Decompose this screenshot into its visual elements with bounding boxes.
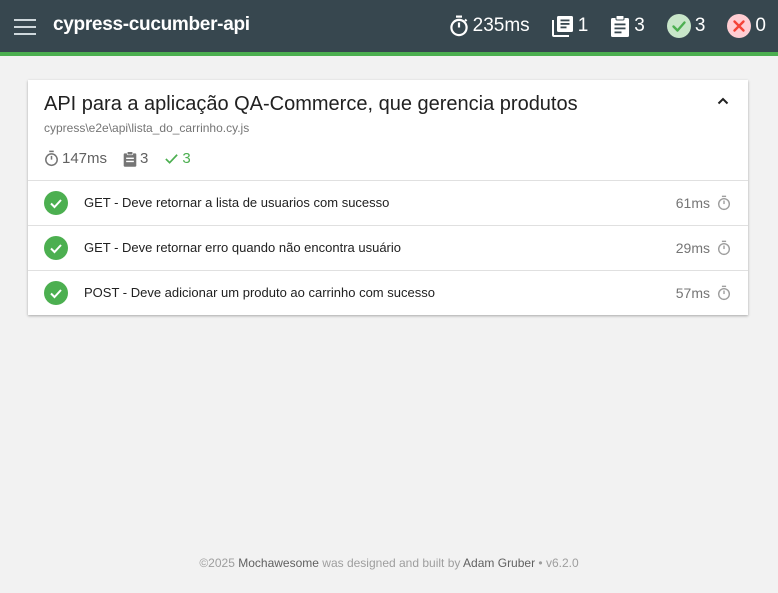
timer-icon	[717, 285, 731, 301]
tests-stat[interactable]: 3	[610, 15, 645, 37]
suite-stats: 147ms 3 3	[44, 150, 732, 167]
timer-icon	[717, 195, 731, 211]
suite-passed-count: 3	[182, 150, 191, 167]
collapse-chevron-up-icon[interactable]	[716, 94, 730, 108]
test-row[interactable]: GET - Deve retornar erro quando não enco…	[28, 225, 748, 270]
passed-check-icon	[666, 14, 691, 38]
failed-count: 0	[755, 15, 766, 36]
test-title: GET - Deve retornar a lista de usuarios …	[84, 195, 390, 210]
footer-copyright: ©2025	[199, 556, 235, 570]
check-icon	[164, 151, 179, 166]
suite-tests-count: 3	[140, 150, 149, 167]
failed-x-icon	[727, 14, 752, 38]
footer-brand-link[interactable]: Mochawesome	[238, 556, 319, 570]
summary-stats: 235ms 1 3 3 0	[449, 0, 778, 52]
passed-stat[interactable]: 3	[666, 14, 706, 38]
top-navbar: cypress-cucumber-api 235ms 1 3 3 0	[0, 0, 778, 56]
footer-author-link[interactable]: Adam Gruber	[463, 556, 535, 570]
suites-count: 1	[577, 15, 589, 36]
passed-count: 3	[694, 15, 706, 36]
library-books-icon	[551, 15, 574, 37]
test-duration: 29ms	[675, 240, 710, 256]
passed-check-icon	[44, 281, 68, 305]
suite-title: API para a aplicação QA-Commerce, que ge…	[44, 93, 578, 115]
duration-stat: 235ms	[449, 15, 530, 37]
timer-icon	[449, 15, 469, 37]
suite-passed: 3	[164, 150, 191, 167]
timer-icon	[44, 150, 59, 167]
suite-file-path: cypress\e2e\api\lista_do_carrinho.cy.js	[44, 121, 250, 135]
suite-header: API para a aplicação QA-Commerce, que ge…	[28, 80, 748, 180]
suite-duration-value: 147ms	[62, 150, 108, 167]
hamburger-menu-icon[interactable]	[14, 19, 36, 35]
footer-version: • v6.2.0	[538, 556, 579, 570]
test-row[interactable]: POST - Deve adicionar um produto ao carr…	[28, 270, 748, 315]
timer-icon	[717, 240, 731, 256]
failed-stat[interactable]: 0	[727, 14, 766, 38]
clipboard-icon	[123, 150, 137, 167]
suite-card: API para a aplicação QA-Commerce, que ge…	[28, 80, 748, 315]
test-row[interactable]: GET - Deve retornar a lista de usuarios …	[28, 180, 748, 225]
report-title: cypress-cucumber-api	[53, 14, 250, 35]
test-duration: 61ms	[675, 195, 710, 211]
tests-count: 3	[634, 15, 645, 36]
suite-tests: 3	[123, 150, 148, 167]
passed-check-icon	[44, 191, 68, 215]
footer: ©2025 Mochawesome was designed and built…	[0, 556, 778, 570]
suite-duration: 147ms	[44, 150, 107, 167]
clipboard-icon	[610, 15, 630, 37]
passed-check-icon	[44, 236, 68, 260]
test-title: GET - Deve retornar erro quando não enco…	[84, 240, 401, 255]
duration-value: 235ms	[472, 15, 530, 36]
test-title: POST - Deve adicionar um produto ao carr…	[84, 285, 435, 300]
test-duration: 57ms	[675, 285, 710, 301]
suites-stat[interactable]: 1	[551, 15, 589, 37]
footer-middle-text: was designed and built by	[322, 556, 461, 570]
